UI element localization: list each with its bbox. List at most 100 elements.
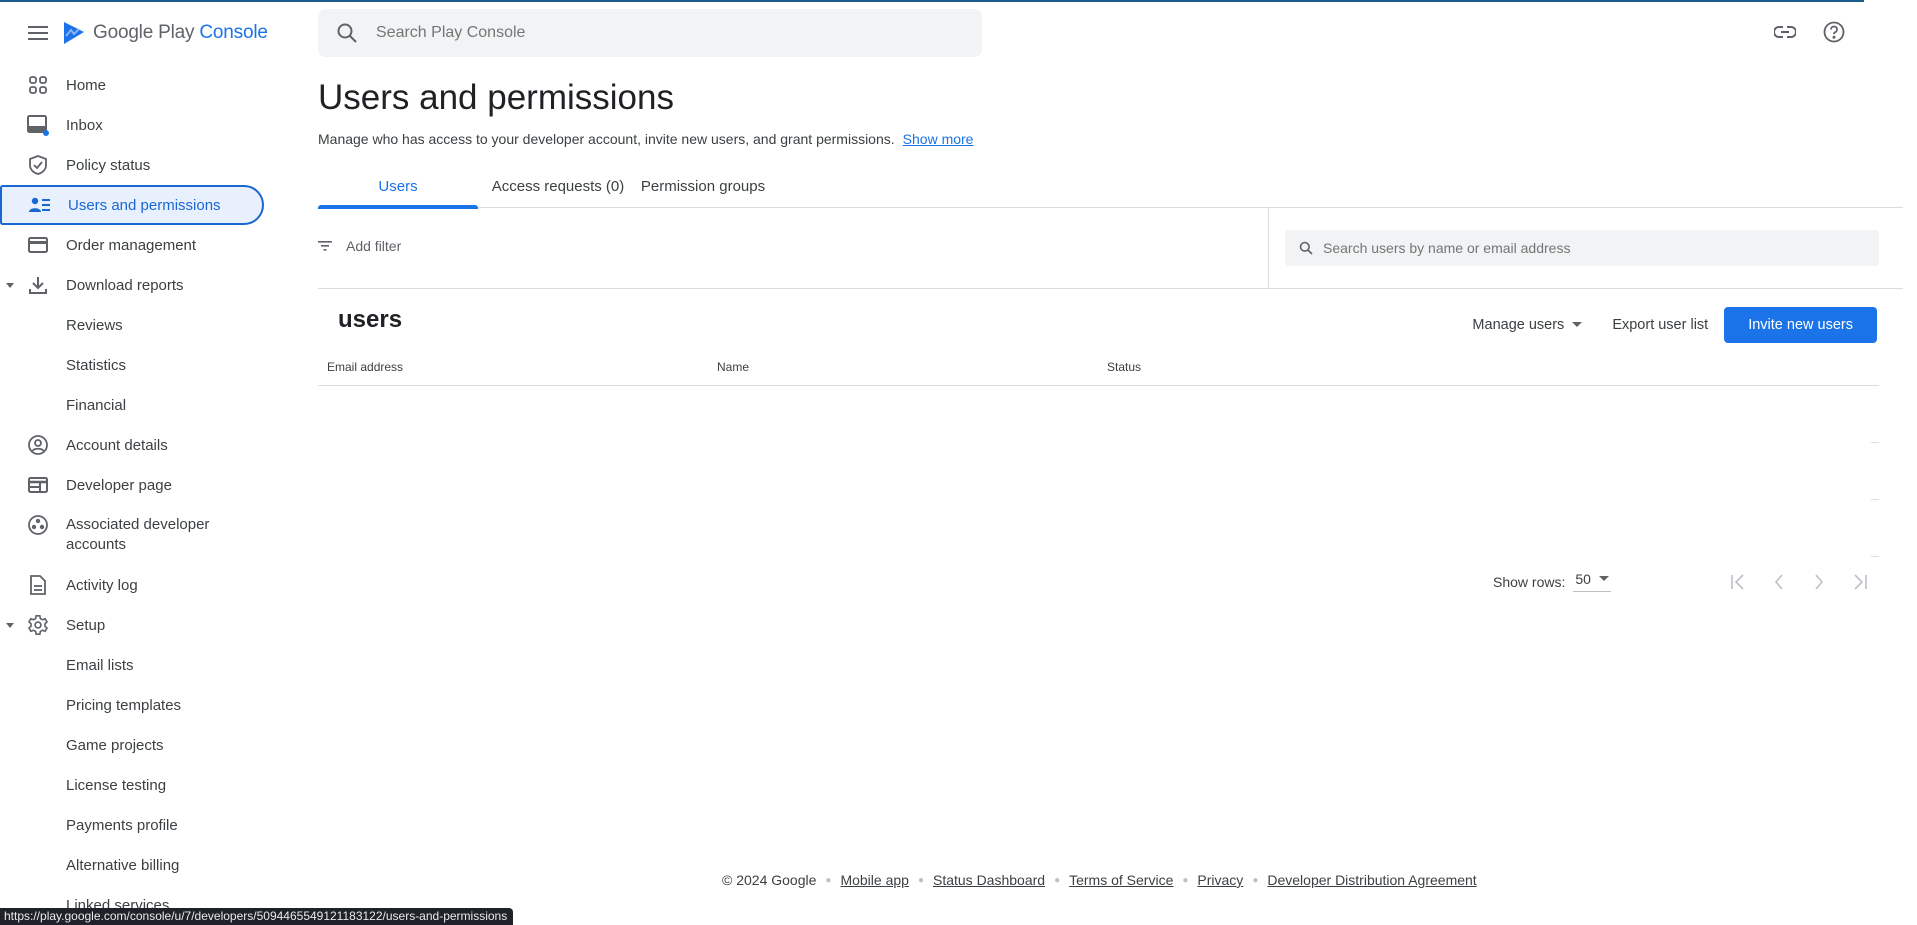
gear-icon (26, 613, 50, 637)
menu-button[interactable] (24, 19, 52, 47)
inbox-icon (26, 113, 50, 137)
group-circle-icon (26, 513, 50, 537)
sidebar-item-statistics[interactable]: Statistics (0, 345, 270, 385)
web-page-icon (26, 473, 50, 497)
user-search-box[interactable] (1285, 230, 1879, 266)
link-icon (1774, 26, 1796, 38)
sidebar-item-label: Home (66, 76, 107, 94)
sidebar-item-label: Email lists (66, 656, 134, 674)
users-title-text: users (338, 306, 403, 333)
logo-text-suffix: Console (199, 22, 268, 43)
sidebar-item-setup[interactable]: Setup (0, 605, 270, 645)
column-header-email[interactable]: Email address (327, 360, 403, 374)
sidebar-item-account-details[interactable]: Account details (0, 425, 270, 465)
sidebar-item-label: Users and permissions (68, 196, 221, 214)
invite-new-users-button[interactable]: Invite new users (1724, 307, 1877, 343)
add-filter-label: Add filter (346, 238, 402, 254)
show-rows-label: Show rows: (1493, 573, 1566, 590)
caret-down-icon[interactable] (4, 619, 16, 631)
sidebar-item-label: Download reports (66, 276, 184, 294)
sidebar-item-label: Game projects (66, 736, 164, 754)
last-page-icon (1854, 574, 1867, 590)
sidebar-item-financial[interactable]: Financial (0, 385, 270, 425)
sidebar-item-activity-log[interactable]: Activity log (0, 565, 270, 605)
tab-users[interactable]: Users (318, 172, 478, 209)
sidebar-item-inbox[interactable]: Inbox (0, 105, 270, 145)
account-circle-icon (26, 433, 50, 457)
caret-down-icon (1598, 576, 1609, 581)
download-icon (26, 273, 50, 297)
sidebar-item-alternative-billing[interactable]: Alternative billing (0, 845, 270, 885)
export-user-list-button[interactable]: Export user list (1612, 317, 1708, 333)
manage-users-label: Manage users (1472, 317, 1565, 333)
tab-access-requests[interactable]: Access requests (0) (478, 172, 638, 208)
separator-dot: ● (1182, 874, 1189, 886)
shield-check-icon (26, 153, 50, 177)
top-progress-line (0, 0, 1864, 2)
filter-icon (318, 241, 332, 251)
footer-link-status-dashboard[interactable]: Status Dashboard (933, 872, 1045, 888)
sidebar-item-reviews[interactable]: Reviews (0, 305, 270, 345)
sidebar-item-pricing-templates[interactable]: Pricing templates (0, 685, 270, 725)
sidebar-item-license-testing[interactable]: License testing (0, 765, 270, 805)
add-filter-button[interactable]: Add filter (318, 238, 401, 254)
rows-per-page-value: 50 (1575, 571, 1591, 587)
filter-row: Add filter (318, 208, 1903, 289)
first-page-button[interactable] (1727, 570, 1751, 594)
search-icon (337, 23, 357, 43)
user-search-input[interactable] (1323, 240, 1863, 256)
separator-dot: ● (1054, 874, 1061, 886)
rows-per-page-select[interactable]: 50 (1573, 571, 1611, 592)
sidebar-item-label: Financial (66, 396, 127, 414)
sidebar-item-label: Inbox (66, 116, 103, 134)
sidebar-item-developer-page[interactable]: Developer page (0, 465, 270, 505)
tab-permission-groups[interactable]: Permission groups (638, 172, 768, 208)
sidebar-item-order-management[interactable]: Order management (0, 225, 270, 265)
sidebar-item-game-projects[interactable]: Game projects (0, 725, 270, 765)
last-page-button[interactable] (1847, 570, 1871, 594)
sidebar-item-label: Statistics (66, 356, 127, 374)
sidebar-item-email-lists[interactable]: Email lists (0, 645, 270, 685)
manage-accounts-icon (28, 193, 52, 217)
play-console-logo-icon (64, 22, 84, 44)
next-page-button[interactable] (1807, 570, 1831, 594)
global-search-input[interactable] (376, 24, 936, 42)
column-header-status[interactable]: Status (1107, 360, 1141, 374)
separator-dot: ● (917, 874, 924, 886)
sidebar-item-label: Reviews (66, 316, 123, 334)
sidebar-item-policy-status[interactable]: Policy status (0, 145, 270, 185)
sidebar-item-payments-profile[interactable]: Payments profile (0, 805, 270, 845)
filter-divider (1268, 208, 1269, 289)
sidebar-item-label: Order management (66, 236, 197, 254)
help-button[interactable] (1822, 20, 1846, 44)
footer-link-mobile-app[interactable]: Mobile app (840, 872, 909, 888)
footer: © 2024 Google ● Mobile app ● Status Dash… (722, 872, 1477, 888)
separator-dot: ● (825, 874, 832, 886)
search-icon (1299, 241, 1313, 255)
footer-link-developer-distribution-agreement[interactable]: Developer Distribution Agreement (1267, 872, 1476, 888)
manage-users-dropdown[interactable]: Manage users (1472, 317, 1583, 333)
show-more-link[interactable]: Show more (903, 131, 974, 147)
previous-page-button[interactable] (1767, 570, 1791, 594)
sidebar-item-label: Alternative billing (66, 856, 180, 874)
sidebar-item-download-reports[interactable]: Download reports (0, 265, 270, 305)
global-search[interactable] (318, 9, 982, 57)
footer-link-privacy[interactable]: Privacy (1197, 872, 1243, 888)
sidebar-item-home[interactable]: Home (0, 65, 270, 105)
sidebar-item-users-and-permissions[interactable]: Users and permissions (0, 185, 264, 225)
sidebar-item-label: Activity log (66, 576, 138, 594)
caret-down-icon[interactable] (4, 279, 16, 291)
footer-link-terms-of-service[interactable]: Terms of Service (1069, 872, 1173, 888)
rows-per-page: Show rows: 50 (1493, 571, 1611, 592)
column-header-name[interactable]: Name (717, 360, 749, 374)
page-title: Users and permissions (318, 78, 674, 117)
sidebar-item-associated-developer-accounts[interactable]: Associated developer accounts (0, 505, 270, 565)
chevron-left-icon (1774, 574, 1783, 590)
sidebar-item-label: Payments profile (66, 816, 178, 834)
sidebar-item-label: Setup (66, 616, 106, 634)
copyright-text: © 2024 Google (722, 872, 817, 888)
tab-bar: Users Access requests (0) Permission gro… (318, 172, 1903, 209)
help-icon (1823, 21, 1845, 43)
link-button[interactable] (1773, 20, 1797, 44)
logo-text[interactable]: Google Play Console (93, 22, 268, 44)
